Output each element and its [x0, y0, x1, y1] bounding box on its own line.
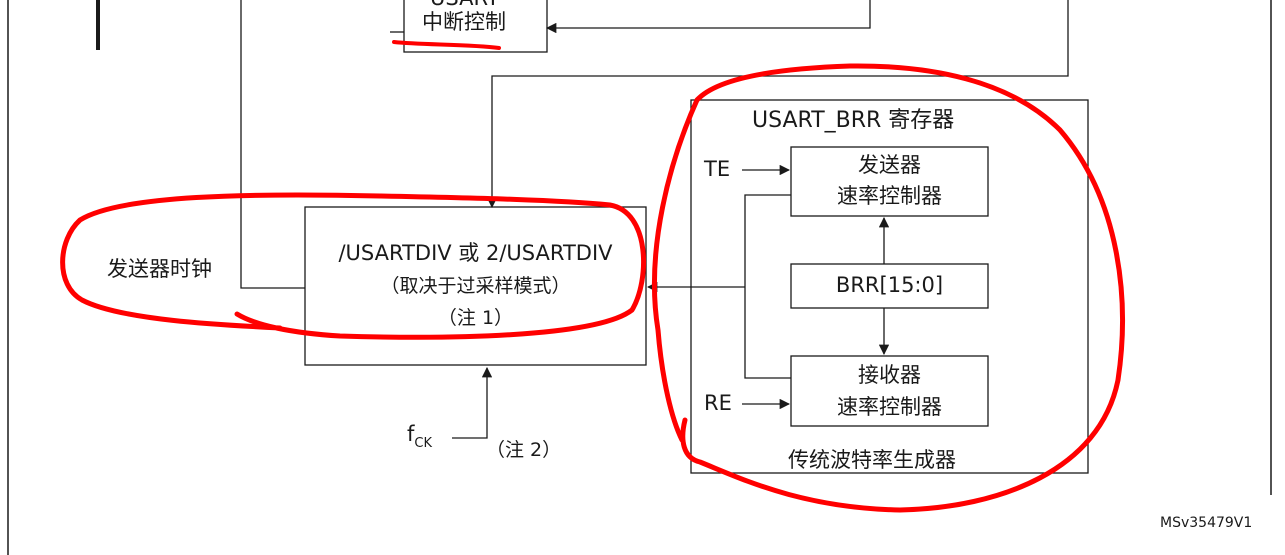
divider-note1: （注 1） [437, 307, 514, 329]
tx-rate-line2: 速率控制器 [837, 184, 942, 208]
tx-clock-label: 发送器时钟 [107, 257, 212, 281]
interrupt-box-label: 中断控制 [422, 10, 506, 34]
tx-rate-line1: 发送器 [858, 153, 921, 177]
wire-interrupt-in [545, 0, 871, 34]
fck-subscript: CK [414, 436, 433, 451]
rx-rate-line1: 接收器 [858, 363, 921, 387]
generator-caption: 传统波特率生成器 [788, 448, 956, 472]
red-underline-interrupt [392, 40, 501, 50]
diagram-canvas: USART 中断控制 USART_BRR 寄存器 发送器 速率控制器 BRR[1… [0, 0, 1285, 555]
interrupt-box-title-partial: USART [430, 0, 499, 9]
brr-field-label: BRR[15:0] [835, 273, 944, 297]
re-label: RE [704, 391, 732, 415]
divider-mode-note: （取决于过采样模式） [380, 275, 571, 297]
baud-register-title: USART_BRR 寄存器 [752, 108, 955, 133]
wire-tx-bus [744, 194, 791, 379]
wire-tx-clock [240, 0, 305, 289]
divider-formula: /USARTDIV 或 2/USARTDIV [338, 241, 613, 265]
te-label: TE [704, 157, 731, 181]
wire-fck [452, 366, 493, 439]
rx-rate-line2: 速率控制器 [837, 395, 942, 419]
figure-id: MSv35479V1 [1160, 515, 1253, 531]
note2-label: （注 2） [486, 439, 562, 461]
fck-label: fCK [407, 424, 432, 451]
